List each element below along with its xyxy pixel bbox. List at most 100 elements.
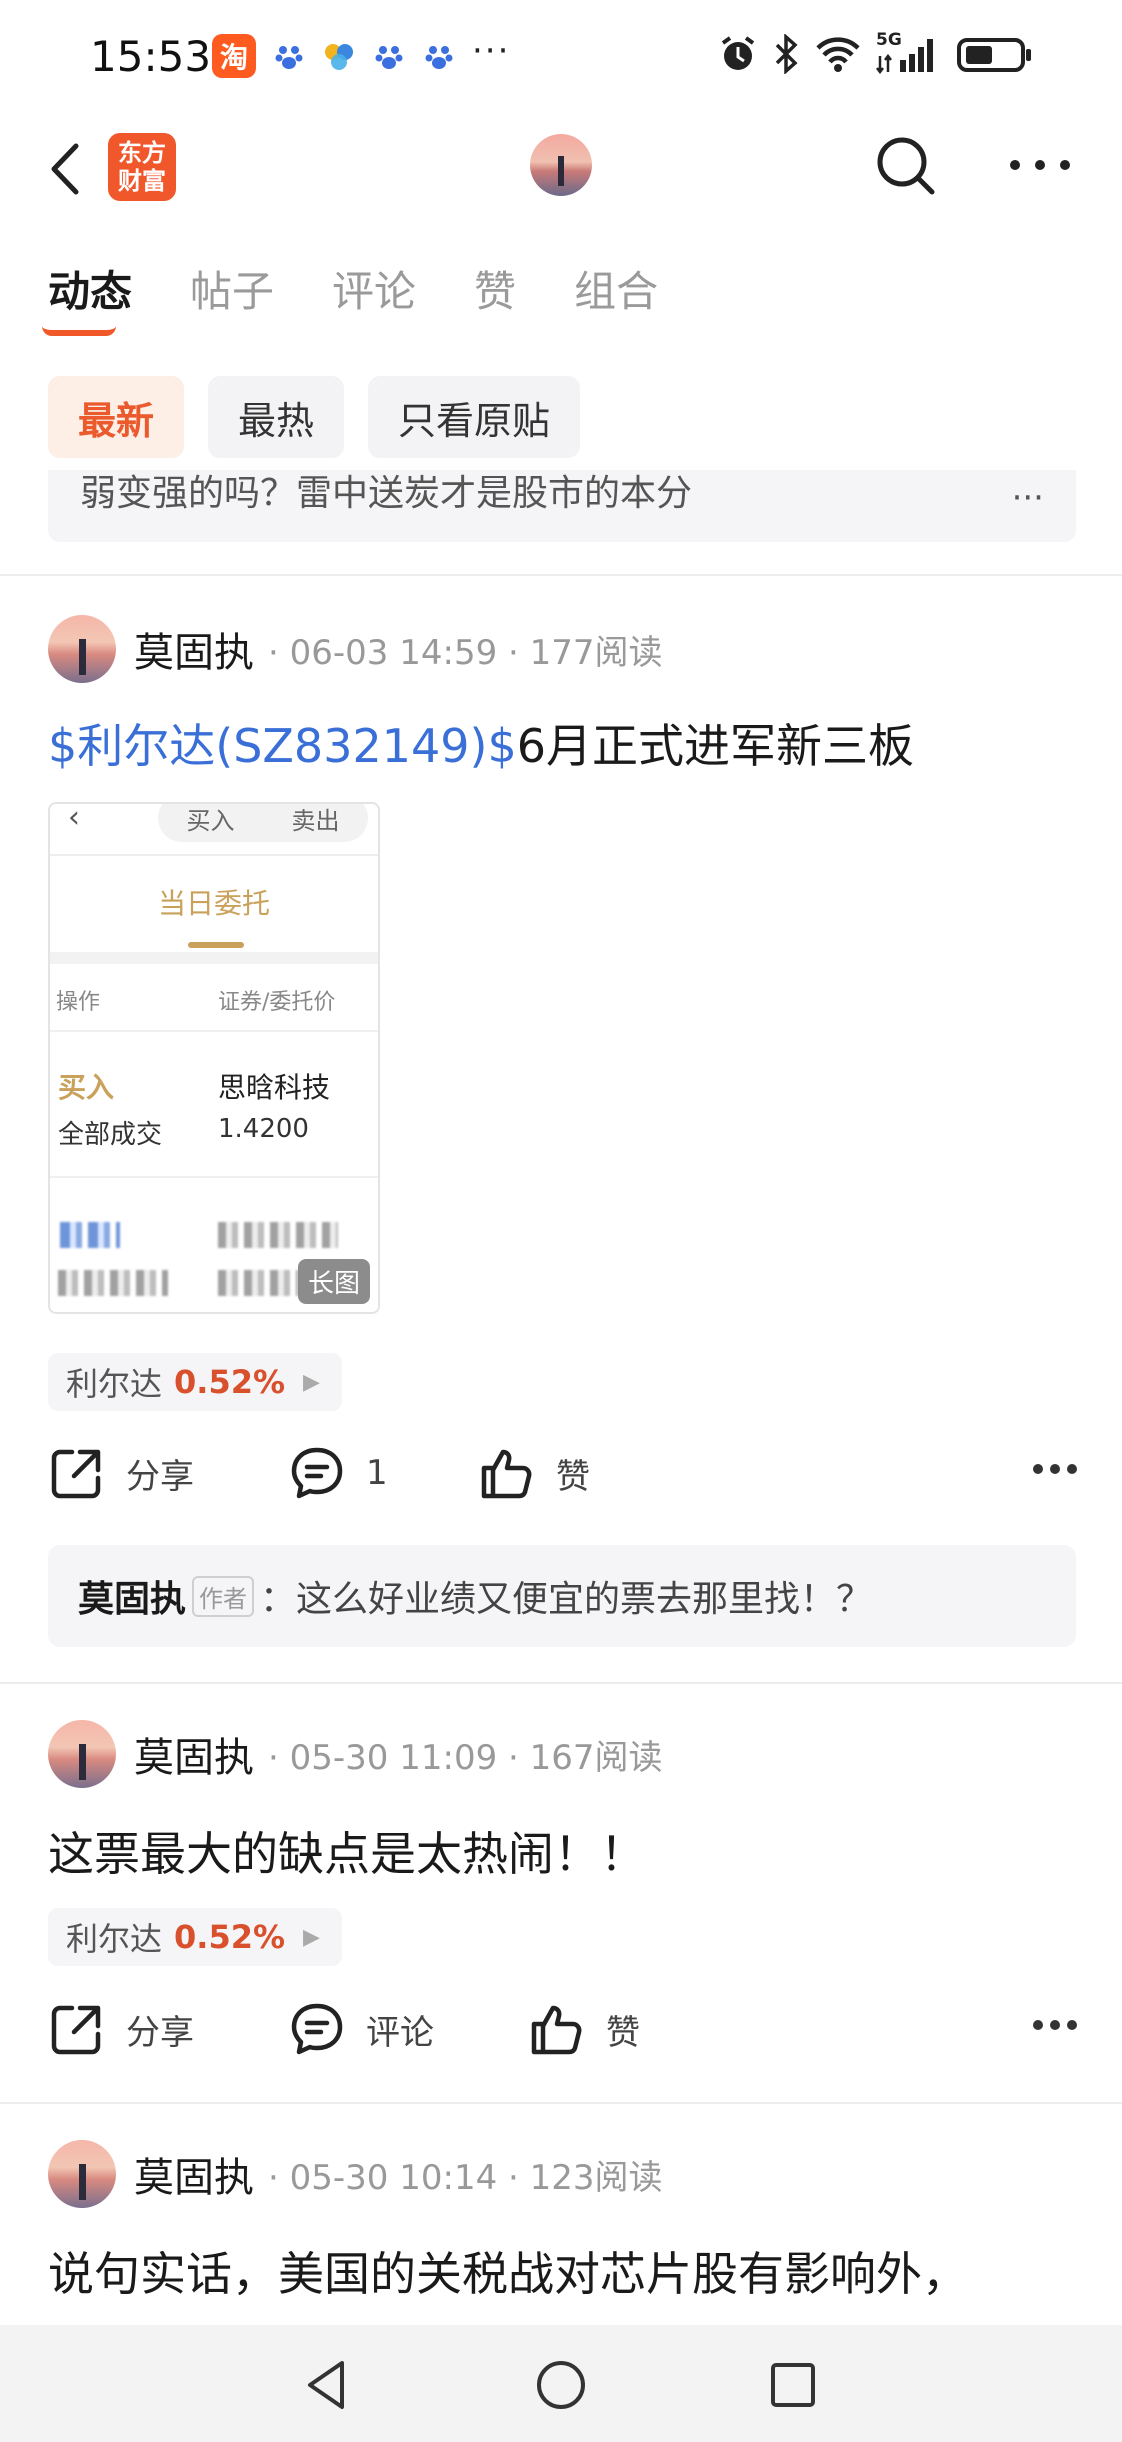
share-label: 分享 [126,1456,194,1497]
search-icon [877,137,935,195]
system-back-button[interactable] [298,2355,358,2415]
author-name[interactable]: 莫固执 [134,2145,254,2203]
filter-latest[interactable]: 最新 [48,376,185,458]
share-button[interactable]: 分享 [48,1444,194,1502]
share-button[interactable]: 分享 [48,2000,194,2058]
post-header: 莫固执 · 05-30 11:09 · 167阅读 [48,1720,663,1788]
stock-tag-change: 0.52% [174,1363,286,1401]
previous-reply-text: 弱变强的吗？雷中送炭才是股市的本分 [80,473,693,514]
stock-tag-change: 0.52% [174,1918,286,1956]
thumb-gap [50,952,378,964]
share-label: 分享 [126,2012,194,2053]
thumbs-up-icon [481,1449,532,1499]
post-actions: 分享 1 赞 [48,1444,1078,1514]
post-meta: · 05-30 10:14 · 123阅读 [268,2157,663,2198]
top-navbar: 东方 财富 [0,120,1122,220]
thumb-blurred-text [60,1222,120,1248]
more-options-button[interactable] [1005,150,1075,180]
previous-reply-box[interactable]: 弱变强的吗？雷中送炭才是股市的本分 ··· [48,470,1076,542]
post-more-icon[interactable] [1032,2018,1078,2032]
author-name[interactable]: 莫固执 [134,620,254,678]
profile-tabs: 动态 帖子 评论 赞 组合 [48,258,716,319]
author-avatar[interactable] [48,1720,116,1788]
divider [0,574,1122,576]
stock-tag[interactable]: 利尔达 0.52% ▶ [48,1908,342,1966]
long-image-badge: 长图 [297,1259,370,1304]
post-meta: · 05-30 11:09 · 167阅读 [268,1737,663,1778]
search-button[interactable] [870,130,942,202]
thumb-divider [50,1030,378,1032]
tab-likes[interactable]: 赞 [474,258,516,319]
thumb-topbar: ‹ 买入 卖出 [50,804,378,856]
square-recents-icon [771,2363,815,2407]
bluetooth-icon [775,34,798,74]
author-reply[interactable]: 莫固执 作者 ： 这么好业绩又便宜的票去那里找！？ [48,1545,1076,1647]
active-tab-indicator [42,326,116,336]
profile-avatar[interactable] [530,134,592,196]
previous-reply-more-icon[interactable]: ··· [1012,478,1044,518]
thumb-blurred-text [58,1270,168,1296]
comment-button[interactable]: 评论 [288,2000,434,2058]
tab-posts[interactable]: 帖子 [190,258,274,319]
status-bar: 15:53 淘 ··· 5G [0,0,1122,115]
status-system-icons: 5G [718,30,1034,74]
thumb-title: 当日委托 [157,887,270,920]
comment-label: 评论 [366,2012,434,2053]
reply-author-name[interactable]: 莫固执 [78,1570,186,1622]
triangle-back-icon [308,2361,344,2409]
thumb-status: 全部成交 [58,1120,163,1150]
eastmoney-logo[interactable]: 东方 财富 [108,133,176,201]
chevron-right-icon: ▶ [303,1369,320,1395]
thumb-col-sec: 证券/委托价 [218,990,336,1015]
filter-chips: 最新 最热 只看原贴 [48,376,581,458]
baidu-app-icon-3 [422,39,456,73]
thumbs-up-icon [531,2005,582,2055]
back-button[interactable] [40,134,100,204]
like-button[interactable]: 赞 [528,2000,640,2058]
alarm-icon [721,36,755,70]
system-home-button[interactable] [531,2355,591,2415]
thumb-segment: 买入 卖出 [158,804,368,842]
author-avatar[interactable] [48,2140,116,2208]
stock-tag-name: 利尔达 [66,1365,163,1403]
thumb-col-op: 操作 [56,990,101,1015]
filter-original-only[interactable]: 只看原贴 [368,376,581,458]
post-title[interactable]: 这票最大的缺点是太热闹！！ [48,1818,646,1884]
thumb-blurred-text [218,1270,298,1296]
baidu-app-icon [272,39,306,73]
divider [0,2102,1122,2104]
like-button[interactable]: 赞 [478,1444,590,1502]
thumb-buy: 买入 [58,1071,115,1104]
tab-portfolio[interactable]: 组合 [574,258,658,319]
post-more-icon[interactable] [1032,1462,1078,1476]
filter-hottest[interactable]: 最热 [208,376,345,458]
post-meta: · 06-03 14:59 · 177阅读 [268,632,663,673]
stock-code-link[interactable]: $利尔达(SZ832149)$ [48,719,517,773]
thumb-divider [50,1176,378,1178]
author-avatar[interactable] [48,615,116,683]
thumb-seg-sell: 卖出 [291,806,340,835]
author-name[interactable]: 莫固执 [134,1725,254,1783]
comment-button[interactable]: 1 [288,1444,388,1502]
thumb-title-underline [188,942,244,948]
thumb-security-name: 思晗科技 [218,1071,331,1104]
like-label: 赞 [606,2012,640,2053]
post-header: 莫固执 · 05-30 10:14 · 123阅读 [48,2140,663,2208]
thumb-back-icon: ‹ [68,802,80,835]
thumb-blurred-text [218,1222,338,1248]
reply-separator: ： [260,1579,297,1620]
tab-dynamics[interactable]: 动态 [48,258,132,319]
battery-icon [957,38,1031,72]
like-label: 赞 [556,1456,590,1497]
post-header: 莫固执 · 06-03 14:59 · 177阅读 [48,615,663,683]
tab-comments[interactable]: 评论 [332,258,416,319]
share-icon [51,2005,101,2055]
stock-tag[interactable]: 利尔达 0.52% ▶ [48,1353,342,1411]
status-app-icons: 淘 ··· [212,31,511,78]
system-recents-button[interactable] [763,2355,823,2415]
post-image-thumbnail[interactable]: ‹ 买入 卖出 当日委托 操作 证券/委托价 买入 全部成交 思晗科技 1.42… [48,802,380,1314]
circle-home-icon [537,2361,585,2409]
post-title[interactable]: 说句实话，美国的关税战对芯片股有影响外， [48,2238,968,2304]
post-title[interactable]: $利尔达(SZ832149)$6月正式进军新三板 [48,710,914,776]
status-more-icon: ··· [472,31,511,71]
